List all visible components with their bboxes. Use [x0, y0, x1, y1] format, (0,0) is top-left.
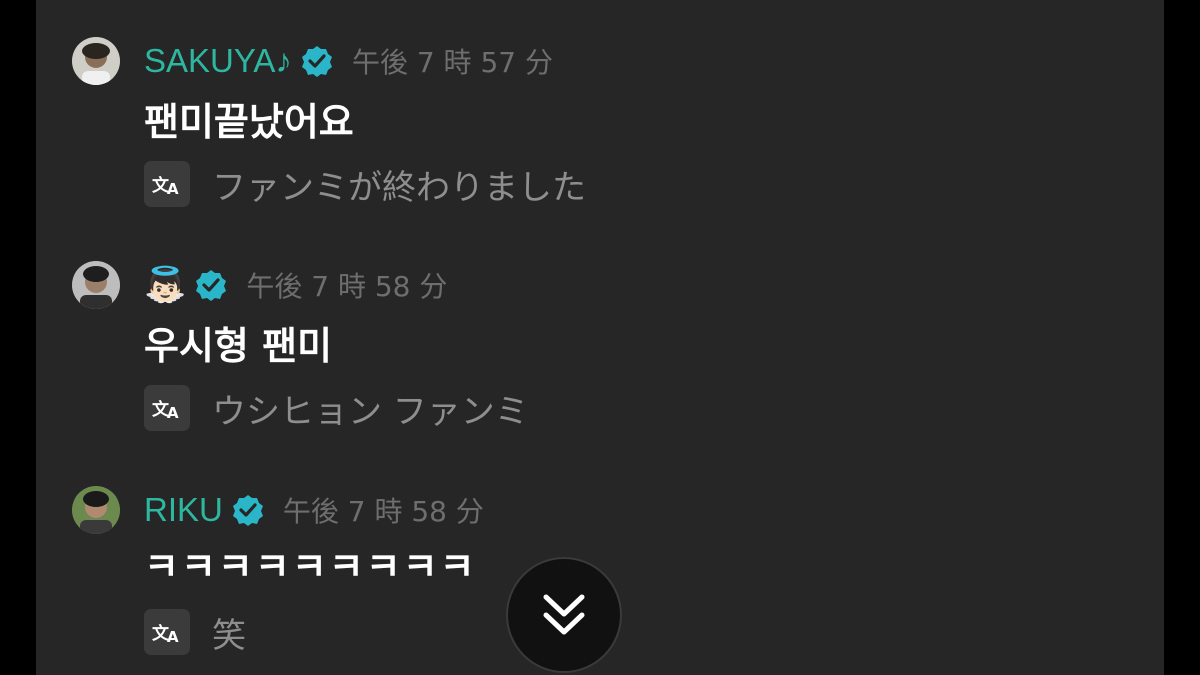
- verified-badge-icon: [300, 44, 334, 78]
- translation-row: 文 A ウシヒョン ファンミ: [144, 385, 529, 432]
- message-text: 우시형 팬미: [144, 324, 333, 368]
- sender-name[interactable]: SAKUYA♪: [144, 42, 292, 80]
- scroll-to-bottom-button[interactable]: [506, 557, 622, 673]
- translation-row: 文 A 笑: [144, 609, 246, 656]
- svg-text:A: A: [167, 628, 179, 645]
- message-text: ㅋㅋㅋㅋㅋㅋㅋㅋㅋ: [144, 545, 477, 589]
- translate-icon[interactable]: 文 A: [144, 609, 190, 655]
- message-text: 팬미끝났어요: [144, 100, 354, 144]
- double-chevron-down-icon: [543, 594, 585, 635]
- translation-text: 笑: [212, 615, 246, 656]
- translation-text: ウシヒョン ファンミ: [212, 391, 529, 432]
- sender-name[interactable]: RIKU: [144, 491, 223, 529]
- timestamp: 午後 7 時 57 分: [351, 46, 553, 79]
- sender-name[interactable]: 👼🏻: [144, 268, 186, 302]
- avatar[interactable]: [72, 486, 120, 534]
- avatar[interactable]: [72, 261, 120, 309]
- svg-text:A: A: [167, 180, 179, 197]
- verified-badge-icon: [231, 493, 265, 527]
- svg-text:A: A: [167, 404, 179, 421]
- translate-icon[interactable]: 文 A: [144, 161, 190, 207]
- timestamp: 午後 7 時 58 分: [282, 495, 484, 528]
- avatar[interactable]: [72, 37, 120, 85]
- verified-badge-icon: [194, 268, 228, 302]
- translation-text: ファンミが終わりました: [212, 167, 586, 208]
- timestamp: 午後 7 時 58 分: [246, 270, 448, 303]
- translation-row: 文 A ファンミが終わりました: [144, 161, 586, 208]
- translate-icon[interactable]: 文 A: [144, 385, 190, 431]
